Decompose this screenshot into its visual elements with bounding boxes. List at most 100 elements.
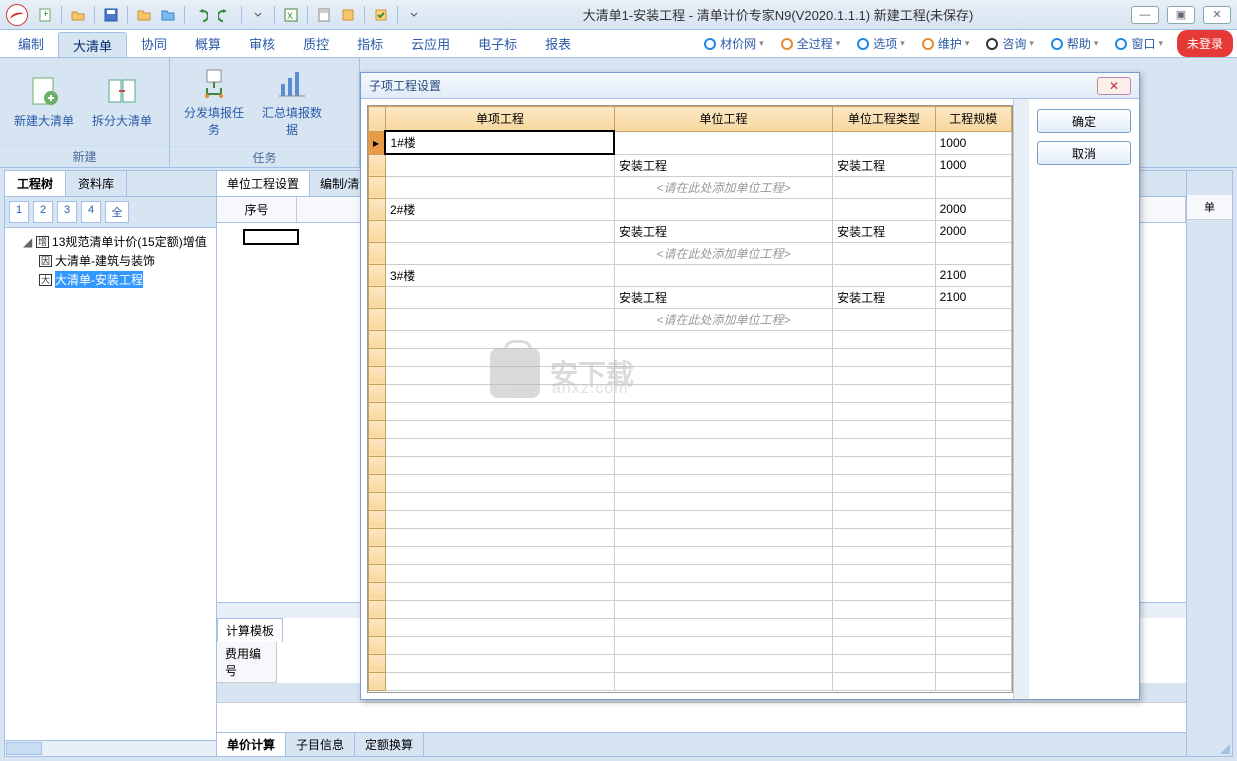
menu-right-wrench-icon[interactable]: 维护 ▾ [913, 30, 978, 57]
cell-single-project[interactable]: 3#楼 [385, 264, 614, 286]
tab-unit-price[interactable]: 单价计算 [217, 733, 286, 756]
table-row-empty[interactable] [369, 420, 1012, 438]
table-row-empty[interactable] [369, 402, 1012, 420]
numtab-4[interactable]: 4 [81, 201, 101, 223]
dialog-vscrollbar[interactable] [1013, 99, 1029, 699]
cell-unit-project[interactable]: <请在此处添加单位工程> [614, 242, 832, 264]
menu-right-gear-icon[interactable]: 选项 ▾ [848, 30, 913, 57]
table-row-empty[interactable] [369, 474, 1012, 492]
project-tree[interactable]: ◢增13规范清单计价(15定额)增值 因大清单-建筑与装饰大大清单-安装工程 [5, 228, 216, 740]
menu-tab-4[interactable]: 审核 [235, 30, 289, 57]
cell-single-project[interactable] [385, 242, 614, 264]
ribbon-split-button[interactable]: 拆分大清单 [88, 62, 156, 141]
menu-tab-0[interactable]: 编制 [4, 30, 58, 57]
row-header-cell[interactable] [369, 286, 386, 308]
cell-unit-project[interactable]: <请在此处添加单位工程> [614, 308, 832, 330]
qat-book-icon[interactable] [337, 4, 359, 26]
tree-node[interactable]: 大大清单-安装工程 [9, 270, 212, 289]
table-row-empty[interactable] [369, 528, 1012, 546]
row-header-cell[interactable] [369, 308, 386, 330]
table-row-empty[interactable] [369, 510, 1012, 528]
cell-unit-project[interactable]: 安装工程 [614, 286, 832, 308]
cell-single-project[interactable] [385, 154, 614, 176]
resize-grip-icon[interactable] [1218, 742, 1230, 754]
qat-save-icon[interactable] [100, 4, 122, 26]
table-row-empty[interactable] [369, 564, 1012, 582]
menu-tab-3[interactable]: 概算 [181, 30, 235, 57]
numtab-全[interactable]: 全 [105, 201, 129, 223]
menu-right-qq-icon[interactable]: 咨询 ▾ [977, 30, 1042, 57]
selected-cell[interactable] [243, 229, 299, 245]
table-row[interactable]: 3#楼2100 [369, 264, 1012, 286]
qat-new-icon[interactable] [34, 4, 56, 26]
cell-unit-type[interactable] [833, 176, 936, 198]
qat-calc-icon[interactable] [313, 4, 335, 26]
col-single-project[interactable]: 单项工程 [385, 107, 614, 132]
qat-expand-icon[interactable] [403, 4, 425, 26]
qat-folder2-icon[interactable] [157, 4, 179, 26]
hscrollbar[interactable] [5, 740, 216, 756]
row-header-cell[interactable] [369, 242, 386, 264]
col-unit-project[interactable]: 单位工程 [614, 107, 832, 132]
cell-unit-type[interactable] [833, 198, 936, 220]
dialog-titlebar[interactable]: 子项工程设置 ✕ [361, 73, 1139, 99]
numtab-2[interactable]: 2 [33, 201, 53, 223]
table-row-empty[interactable] [369, 456, 1012, 474]
cell-unit-project[interactable] [614, 131, 832, 154]
cell-unit-type[interactable]: 安装工程 [833, 220, 936, 242]
cell-unit-type[interactable] [833, 264, 936, 286]
cell-unit-project[interactable]: <请在此处添加单位工程> [614, 176, 832, 198]
numtab-1[interactable]: 1 [9, 201, 29, 223]
cell-single-project[interactable]: 2#楼 [385, 198, 614, 220]
table-row-empty[interactable] [369, 438, 1012, 456]
tab-project-tree[interactable]: 工程树 [5, 171, 66, 196]
cell-scale[interactable] [935, 308, 1011, 330]
menu-tab-1[interactable]: 大清单 [58, 32, 127, 57]
ribbon-new-button[interactable]: 新建大清单 [10, 62, 78, 141]
tree-root-node[interactable]: ◢增13规范清单计价(15定额)增值 [9, 232, 212, 251]
maximize-button[interactable]: ▣ [1167, 6, 1195, 24]
dialog-close-button[interactable]: ✕ [1097, 77, 1131, 95]
cell-unit-type[interactable] [833, 242, 936, 264]
row-header-cell[interactable] [369, 198, 386, 220]
row-header-cell[interactable] [369, 154, 386, 176]
table-row[interactable]: ▸1#楼1000 [369, 131, 1012, 154]
cell-scale[interactable]: 1000 [935, 131, 1011, 154]
col-project-scale[interactable]: 工程规模 [935, 107, 1011, 132]
table-row-empty[interactable] [369, 384, 1012, 402]
cell-unit-type[interactable] [833, 308, 936, 330]
cell-scale[interactable] [935, 176, 1011, 198]
col-unit-project-type[interactable]: 单位工程类型 [833, 107, 936, 132]
row-header-cell[interactable] [369, 264, 386, 286]
menu-right-process-icon[interactable]: 全过程 ▾ [772, 30, 849, 57]
qat-more-icon[interactable] [247, 4, 269, 26]
cell-unit-type[interactable]: 安装工程 [833, 286, 936, 308]
table-row-empty[interactable] [369, 492, 1012, 510]
cell-unit-project[interactable]: 安装工程 [614, 220, 832, 242]
row-header-cell[interactable] [369, 220, 386, 242]
menu-tab-7[interactable]: 云应用 [397, 30, 464, 57]
table-row[interactable]: <请在此处添加单位工程> [369, 242, 1012, 264]
cell-scale[interactable]: 2000 [935, 198, 1011, 220]
cell-single-project[interactable] [385, 286, 614, 308]
close-button[interactable]: ✕ [1203, 6, 1231, 24]
table-row[interactable]: 安装工程安装工程2100 [369, 286, 1012, 308]
qat-excel-icon[interactable]: X [280, 4, 302, 26]
table-row[interactable]: 安装工程安装工程1000 [369, 154, 1012, 176]
table-row-empty[interactable] [369, 636, 1012, 654]
menu-tab-2[interactable]: 协同 [127, 30, 181, 57]
table-row[interactable]: <请在此处添加单位工程> [369, 308, 1012, 330]
table-row-empty[interactable] [369, 618, 1012, 636]
table-row-empty[interactable] [369, 348, 1012, 366]
cell-unit-project[interactable] [614, 264, 832, 286]
cell-single-project[interactable] [385, 220, 614, 242]
table-row-empty[interactable] [369, 546, 1012, 564]
tab-resource-lib[interactable]: 资料库 [66, 171, 127, 196]
table-row-empty[interactable] [369, 582, 1012, 600]
table-row[interactable]: 2#楼 2000 [369, 198, 1012, 220]
calc-template-tab[interactable]: 计算模板 [217, 618, 283, 642]
qat-redo-icon[interactable] [214, 4, 236, 26]
cell-unit-project[interactable] [614, 198, 832, 220]
cell-unit-project[interactable]: 安装工程 [614, 154, 832, 176]
table-row-empty[interactable] [369, 366, 1012, 384]
